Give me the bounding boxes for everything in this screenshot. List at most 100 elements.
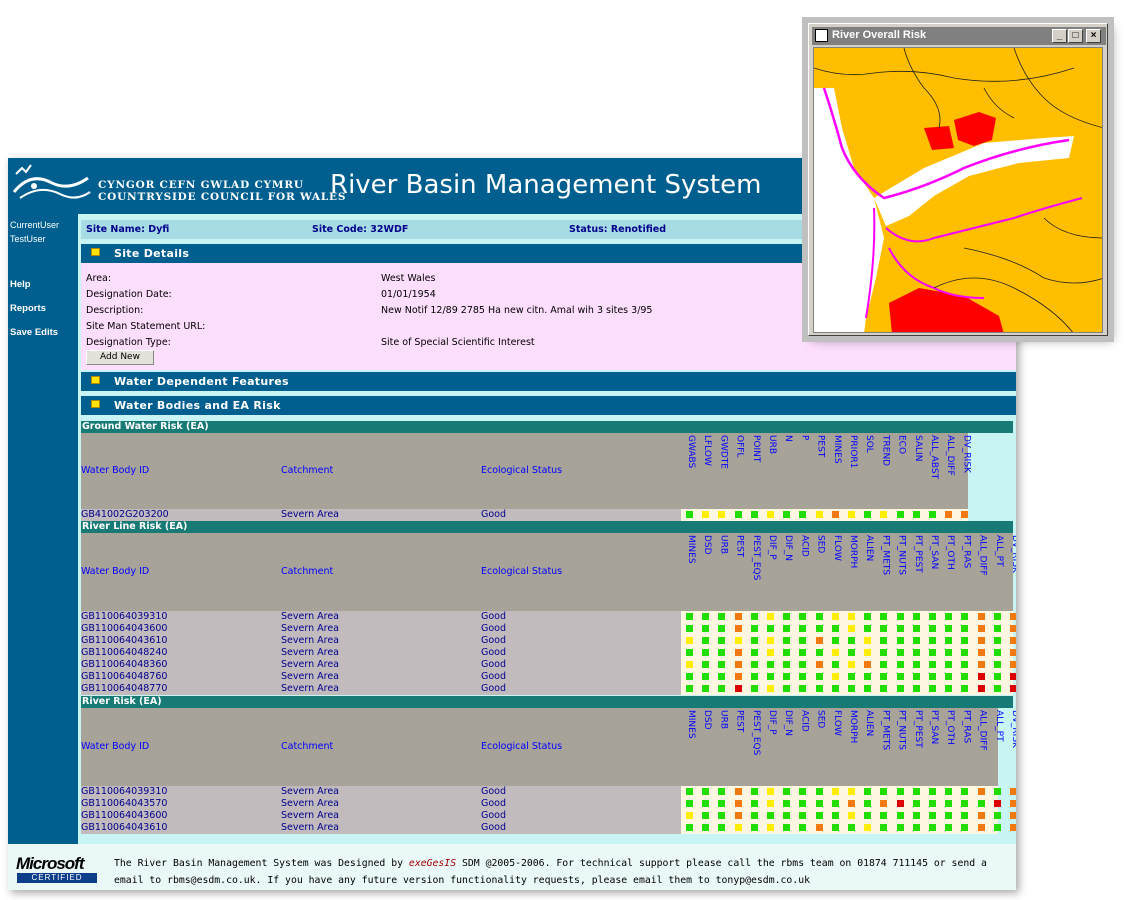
risk-indicator — [718, 637, 726, 644]
col-ecological-status[interactable]: Ecological Status — [481, 566, 562, 577]
col-catchment[interactable]: Catchment — [281, 741, 333, 752]
risk-column-header: GWDTE — [718, 435, 729, 469]
footer: Microsoft CERTIFIED The River Basin Mana… — [8, 844, 1016, 890]
detail-label: Description: — [86, 305, 144, 316]
risk-indicator — [815, 613, 823, 620]
risk-indicator — [815, 800, 823, 807]
risk-indicator — [783, 800, 791, 807]
water-body-id-link[interactable]: GB110064048760 — [81, 671, 167, 683]
risk-column-header: ALL_PT — [993, 710, 1004, 742]
groundwater-table-body: GB41002G203200 Severn Area Good — [81, 509, 969, 521]
window-app-icon — [815, 29, 828, 42]
microsoft-logo: Microsoft — [16, 854, 84, 873]
section-water-dependent-features[interactable]: Water Dependent Features — [81, 372, 1016, 391]
col-catchment[interactable]: Catchment — [281, 465, 333, 476]
risk-indicator — [848, 824, 855, 831]
risk-indicator — [686, 788, 693, 795]
risk-map[interactable] — [813, 47, 1103, 333]
risk-indicator — [734, 673, 742, 680]
add-new-button[interactable]: Add New — [86, 350, 154, 365]
risk-indicator — [702, 685, 710, 692]
water-body-id-link[interactable]: GB110064039310 — [81, 786, 167, 798]
water-body-id-link[interactable]: GB110064048770 — [81, 683, 167, 695]
col-water-body-id[interactable]: Water Body ID — [81, 566, 149, 577]
risk-indicator — [912, 685, 920, 692]
risk-indicator — [929, 661, 936, 668]
risk-indicator — [993, 661, 1001, 668]
risk-indicator — [750, 625, 758, 632]
risk-indicator — [767, 661, 774, 668]
water-body-id-link[interactable]: GB110064043570 — [81, 798, 167, 810]
risk-indicator — [929, 673, 936, 680]
water-body-id-link[interactable]: GB110064043600 — [81, 810, 167, 822]
risk-indicator — [783, 685, 791, 692]
sidebar-link-save-edits[interactable]: Save Edits — [10, 327, 58, 338]
water-body-id-link[interactable]: GB110064048240 — [81, 647, 167, 659]
risk-indicator — [734, 613, 742, 620]
risk-indicator — [718, 661, 726, 668]
close-icon[interactable]: × — [1086, 29, 1101, 43]
risk-indicator — [896, 685, 904, 692]
col-ecological-status[interactable]: Ecological Status — [481, 741, 562, 752]
sidebar-link-reports[interactable]: Reports — [10, 303, 46, 314]
risk-indicator — [864, 649, 872, 656]
minimize-icon[interactable]: _ — [1052, 29, 1067, 43]
risk-indicator — [993, 625, 1001, 632]
risk-indicator — [912, 673, 920, 680]
risk-indicator — [734, 511, 742, 518]
risk-indicator — [718, 511, 726, 518]
risk-indicator — [864, 824, 872, 831]
risk-indicator — [912, 788, 920, 795]
risk-column-header: PEST — [815, 435, 826, 458]
risk-indicator — [686, 637, 693, 644]
risk-column-header: ALL_DIFF — [977, 710, 988, 751]
detail-value: 01/01/1954 — [381, 289, 436, 300]
col-water-body-id[interactable]: Water Body ID — [81, 741, 149, 752]
risk-indicator — [864, 511, 872, 518]
risk-indicator — [686, 673, 693, 680]
risk-indicator — [896, 511, 904, 518]
water-body-id-link[interactable]: GB110064043600 — [81, 623, 167, 635]
risk-column-header: ACID — [799, 710, 810, 732]
risk-indicator — [993, 685, 1001, 692]
detail-value: New Notif 12/89 2785 Ha new citn. Amal w… — [381, 305, 653, 316]
risk-map-graphic[interactable] — [814, 48, 1103, 333]
water-body-id-link[interactable]: GB110064048360 — [81, 659, 167, 671]
risk-indicator — [831, 625, 839, 632]
risk-indicator — [929, 824, 936, 831]
current-user-name: TestUser — [10, 234, 46, 244]
risk-indicator — [783, 649, 791, 656]
section-water-bodies[interactable]: Water Bodies and EA Risk — [81, 396, 1016, 415]
col-catchment[interactable]: Catchment — [281, 566, 333, 577]
risk-indicator — [831, 788, 839, 795]
map-window-titlebar[interactable]: River Overall Risk _ □ × — [812, 27, 1106, 45]
risk-column-header: MINES — [686, 710, 696, 739]
detail-label: Designation Type: — [86, 337, 171, 348]
sidebar-link-help[interactable]: Help — [10, 279, 31, 290]
col-water-body-id[interactable]: Water Body ID — [81, 465, 149, 476]
water-body-id-link[interactable]: GB110064043610 — [81, 822, 167, 834]
risk-indicator — [1010, 800, 1016, 807]
risk-indicator — [880, 824, 888, 831]
risk-indicator — [961, 613, 969, 620]
water-body-id-link[interactable]: GB41002G203200 — [81, 509, 169, 521]
risk-indicator — [783, 625, 791, 632]
risk-indicator — [831, 511, 839, 518]
risk-indicator — [848, 625, 855, 632]
maximize-icon[interactable]: □ — [1068, 29, 1083, 43]
risk-indicator — [864, 613, 872, 620]
water-body-id-link[interactable]: GB110064039310 — [81, 611, 167, 623]
risk-indicator — [929, 625, 936, 632]
risk-indicator — [896, 649, 904, 656]
risk-indicator — [929, 613, 936, 620]
river-table-title: River Risk (EA) — [81, 696, 1013, 708]
risk-indicator — [912, 625, 920, 632]
status-cell: Good — [481, 786, 507, 797]
risk-indicator — [880, 800, 888, 807]
col-ecological-status[interactable]: Ecological Status — [481, 465, 562, 476]
risk-indicator — [977, 812, 985, 819]
risk-indicator — [880, 812, 888, 819]
risk-indicator — [880, 649, 888, 656]
water-body-id-link[interactable]: GB110064043610 — [81, 635, 167, 647]
risk-indicator — [686, 800, 693, 807]
